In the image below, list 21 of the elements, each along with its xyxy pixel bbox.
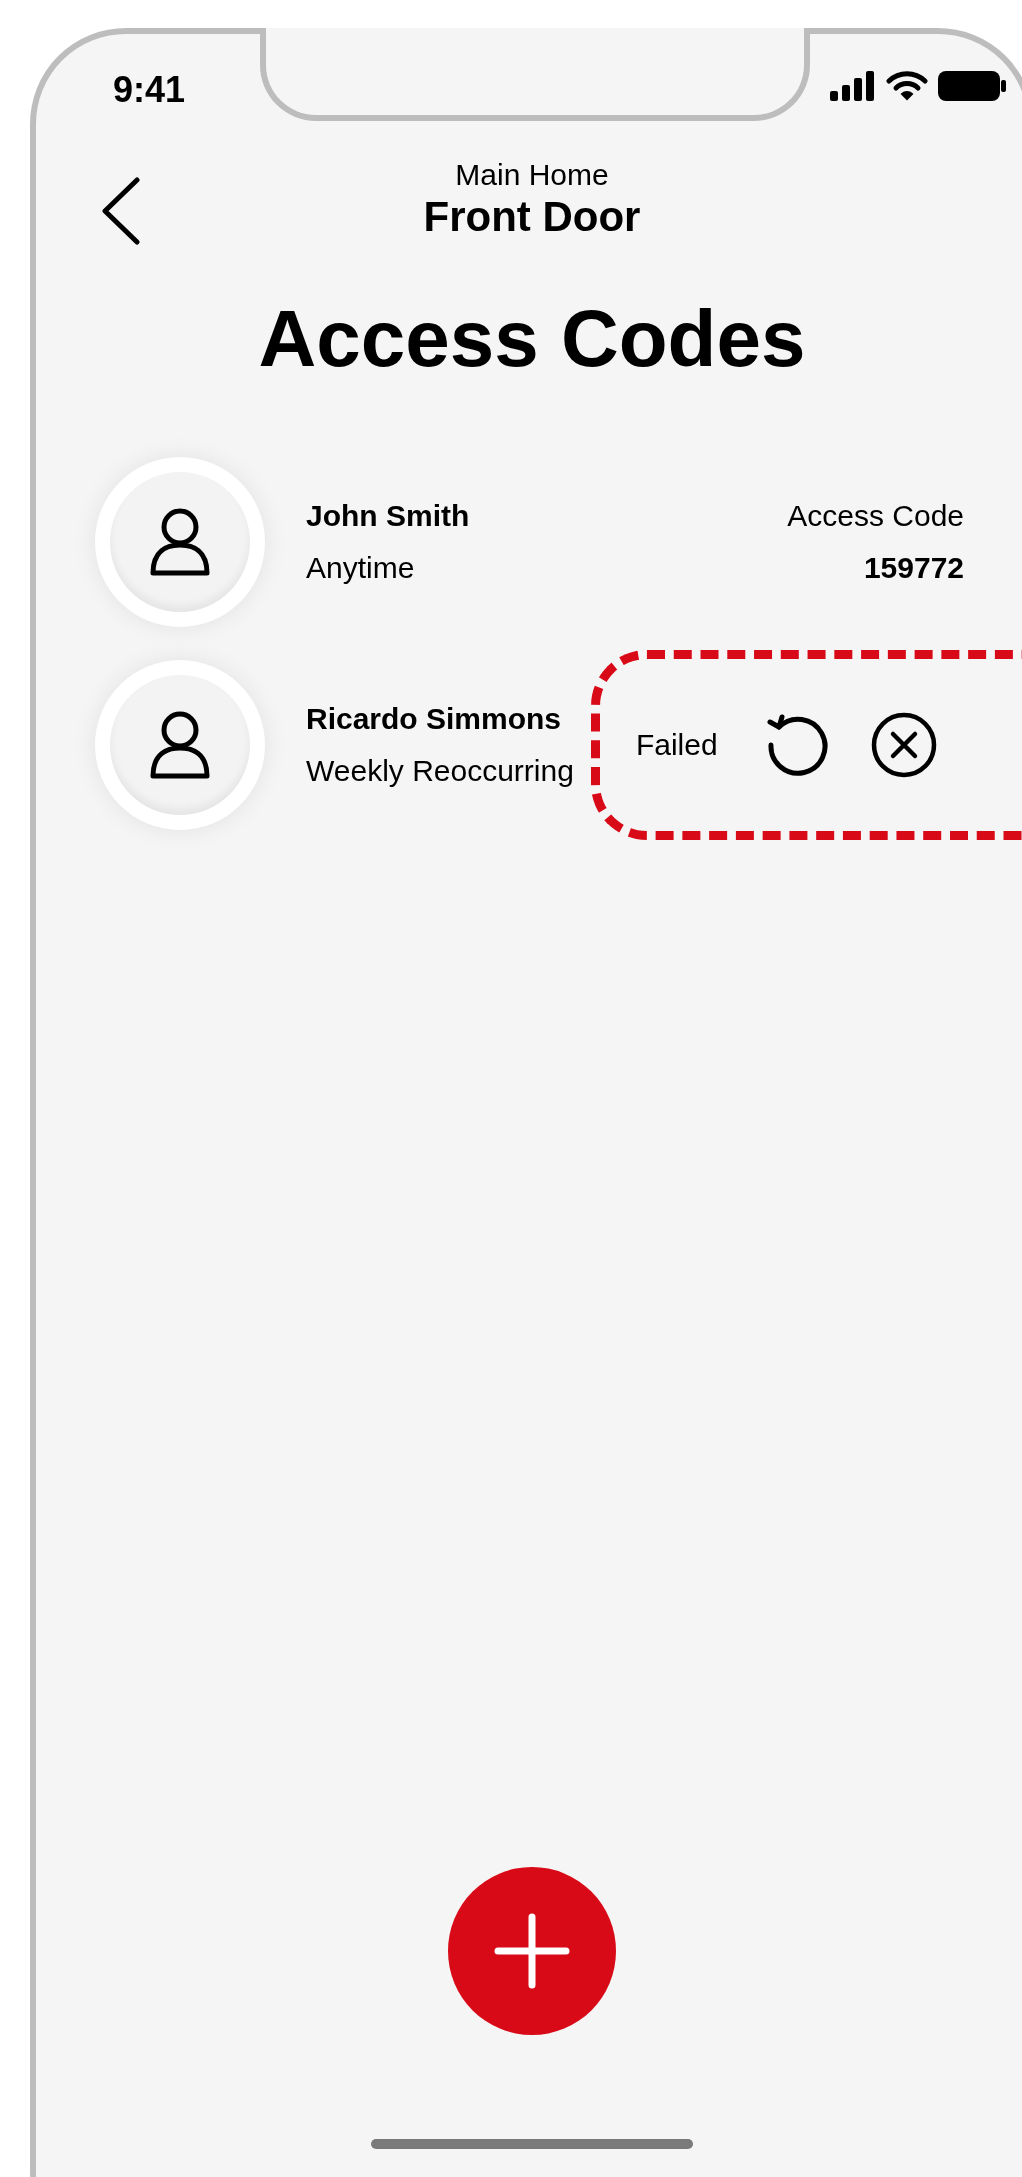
person-icon [149,710,211,780]
wifi-icon [886,70,928,102]
close-icon [870,712,937,778]
header-title: Front Door [423,192,641,242]
signal-icon [830,71,876,101]
code-label: Access Code [787,498,964,534]
delete-button[interactable] [869,711,938,779]
schedule-text: Weekly Reoccurring [306,753,574,789]
person-name: Ricardo Simmons [306,701,563,737]
status-text: Failed [635,727,718,763]
chevron-left-icon [101,177,141,245]
person-name: John Smith [306,498,470,534]
retry-icon [764,712,831,778]
access-code: 159772 [863,550,964,586]
battery-icon [938,69,1006,103]
schedule-text: Anytime [306,550,416,586]
header-subtitle: Main Home [455,157,609,193]
page-title: Access Codes [258,293,806,385]
person-icon [149,507,211,577]
plus-icon [494,1913,570,1989]
status-time: 9:41 [113,68,186,112]
